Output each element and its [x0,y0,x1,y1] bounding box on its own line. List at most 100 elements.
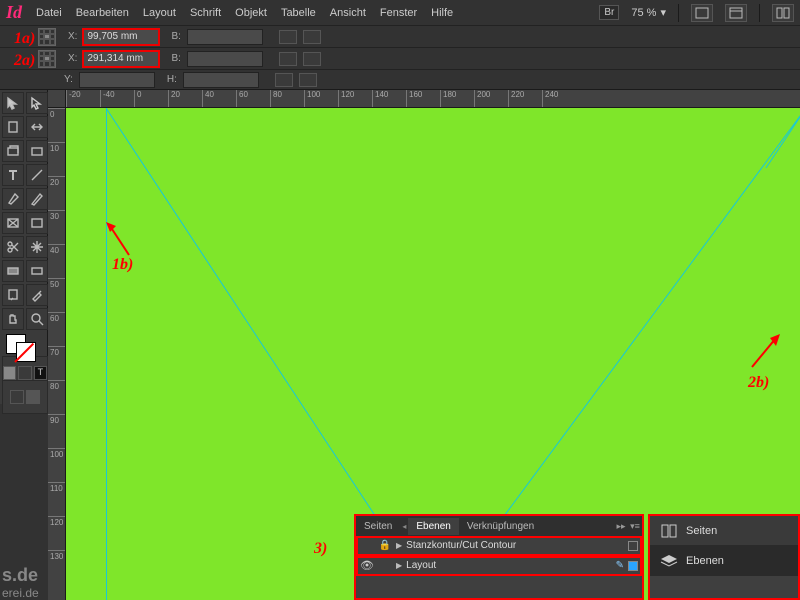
y-position-input[interactable] [79,72,155,88]
width-input[interactable] [187,29,263,45]
menu-edit[interactable]: Bearbeiten [76,7,129,19]
ruler-tick: 60 [236,90,270,108]
ruler-tick: 90 [48,414,65,448]
pages-icon [660,524,678,538]
menu-bar: Id Datei Bearbeiten Layout Schrift Objek… [0,0,800,26]
horizontal-ruler[interactable]: -20 -40 0 20 40 60 80 100 120 140 160 18… [66,90,800,108]
normal-view[interactable] [10,390,24,404]
view-options-icon[interactable] [691,4,713,22]
zoom-value: 75 % [631,7,656,19]
content-collector-tool[interactable] [2,140,24,162]
panel-menu-icon[interactable]: ▾≡ [628,521,642,532]
note-tool[interactable] [2,284,24,306]
bridge-button[interactable]: Br [599,5,619,20]
stroke-color[interactable] [16,342,36,362]
x-position-input[interactable] [83,29,159,45]
ruler-tick: 110 [48,482,65,516]
apply-gradient[interactable] [18,366,31,380]
visibility-toggle[interactable]: 👁 [360,559,374,573]
transform-icon[interactable] [303,52,321,66]
constrain-icon[interactable] [275,73,293,87]
reference-point-grid[interactable] [38,50,56,68]
ruler-tick: 240 [542,90,576,108]
gradient-tool[interactable] [2,260,24,282]
gap-tool[interactable] [26,116,48,138]
layer-color-swatch[interactable] [628,561,638,571]
menu-layout[interactable]: Layout [143,7,176,19]
menu-window[interactable]: Fenster [380,7,417,19]
panel-dock: Seiten Ebenen [648,514,800,600]
ruler-tick: -40 [100,90,134,108]
pen-tool[interactable] [2,188,24,210]
menu-view[interactable]: Ansicht [330,7,366,19]
ruler-tick: 10 [48,142,65,176]
tab-layers[interactable]: Ebenen [408,518,458,535]
page-tool[interactable] [2,116,24,138]
disclosure-triangle-icon[interactable]: ▶ [396,541,402,550]
width-label: B: [171,31,180,42]
transform-tool[interactable] [26,236,48,258]
menu-type[interactable]: Schrift [190,7,221,19]
constrain-icon[interactable] [279,52,297,66]
line-tool[interactable] [26,164,48,186]
lock-toggle[interactable] [378,559,392,573]
ruler-tick: 70 [48,346,65,380]
ruler-tick: 220 [508,90,542,108]
eyedropper-tool[interactable] [26,284,48,306]
transform-icon[interactable] [299,73,317,87]
y-label: Y: [64,74,73,85]
menu-object[interactable]: Objekt [235,7,267,19]
content-placer-tool[interactable] [26,140,48,162]
rectangle-frame-tool[interactable] [2,212,24,234]
fill-stroke-swatch[interactable] [2,332,48,362]
tab-links[interactable]: Verknüpfungen [459,518,542,535]
gradient-feather-tool[interactable] [26,260,48,282]
collapse-icon[interactable]: ▸▸ [614,521,628,532]
control-bar-2b: Y: H: [0,70,800,90]
apply-color[interactable] [3,366,16,380]
height-input[interactable] [183,72,259,88]
arrange-icon[interactable] [772,4,794,22]
transform-icon[interactable] [303,30,321,44]
type-tool[interactable] [2,164,24,186]
reference-point-grid[interactable] [38,28,56,46]
screen-mode-icon[interactable] [725,4,747,22]
ruler-tick: 80 [270,90,304,108]
vertical-ruler[interactable]: 0 10 20 30 40 50 60 70 80 90 100 110 120… [48,108,66,600]
menu-help[interactable]: Hilfe [431,7,453,19]
preview-view[interactable] [26,390,40,404]
ruler-origin[interactable] [48,90,66,108]
layers-icon [660,554,678,568]
layer-color-swatch[interactable] [628,541,638,551]
dock-item-pages[interactable]: Seiten [650,516,798,546]
zoom-dropdown[interactable]: 75 % ▾ [631,6,666,19]
pen-indicator-icon: ✎ [616,560,624,571]
pencil-tool[interactable] [26,188,48,210]
scissors-tool[interactable] [2,236,24,258]
ruler-tick: 200 [474,90,508,108]
ruler-tick: 120 [338,90,372,108]
width-label: B: [171,53,180,64]
visibility-toggle[interactable] [360,539,374,553]
hand-tool[interactable] [2,308,24,330]
view-mode-row [2,380,48,414]
width-input-2[interactable] [187,51,263,67]
selection-tool[interactable] [2,92,24,114]
layer-row-layout[interactable]: 👁 ▶ Layout ✎ [356,556,642,576]
layer-row-cutcontour[interactable]: 🔒 ▶ Stanzkontur/Cut Contour [356,536,642,556]
rectangle-tool[interactable] [26,212,48,234]
dock-item-layers[interactable]: Ebenen [650,546,798,576]
apply-none[interactable]: T [34,366,47,380]
lock-icon[interactable]: 🔒 [378,539,392,553]
menu-table[interactable]: Tabelle [281,7,316,19]
disclosure-triangle-icon[interactable]: ▶ [396,561,402,570]
ruler-tick: 40 [202,90,236,108]
constrain-icon[interactable] [279,30,297,44]
x-position-input-2[interactable] [83,51,159,67]
menu-file[interactable]: Datei [36,7,62,19]
ruler-tick: 0 [48,108,65,142]
x-label: X: [68,53,77,64]
tab-pages[interactable]: Seiten [356,518,400,535]
direct-selection-tool[interactable] [26,92,48,114]
zoom-tool[interactable] [26,308,48,330]
